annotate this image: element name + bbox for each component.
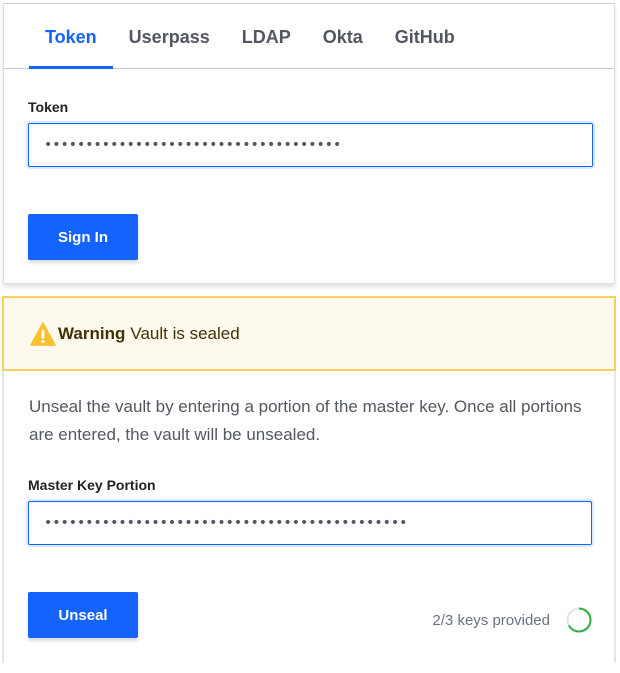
tab-ldap[interactable]: LDAP [226,4,307,68]
master-key-label: Master Key Portion [28,477,156,493]
master-key-input[interactable]: ••••••••••••••••••••••••••••••••••••••••… [28,501,592,545]
unseal-description: Unseal the vault by entering a portion o… [29,397,582,444]
tab-token[interactable]: Token [29,4,113,69]
keys-provided-text: 2/3 keys provided [432,611,550,629]
tab-userpass[interactable]: Userpass [113,4,226,68]
unseal-progress: 2/3 keys provided [432,607,592,633]
token-input[interactable]: •••••••••••••••••••••••••••••••••••• [28,123,593,167]
sign-in-button[interactable]: Sign In [28,214,138,260]
warning-message: Vault is sealed [130,323,240,343]
warning-title: Warning [58,323,126,343]
unseal-button[interactable]: Unseal [28,592,138,638]
progress-ring-icon [566,607,592,633]
tab-github[interactable]: GitHub [379,4,471,68]
auth-card: Token Userpass LDAP Okta GitHub Token ••… [3,3,615,284]
auth-method-tabs: Token Userpass LDAP Okta GitHub [4,4,614,69]
warning-triangle-icon [30,321,56,346]
token-label: Token [28,99,69,115]
unseal-card: Unseal the vault by entering a portion o… [2,371,616,663]
tab-okta[interactable]: Okta [307,4,379,68]
sealed-warning-banner: Warning Vault is sealed [2,296,616,371]
